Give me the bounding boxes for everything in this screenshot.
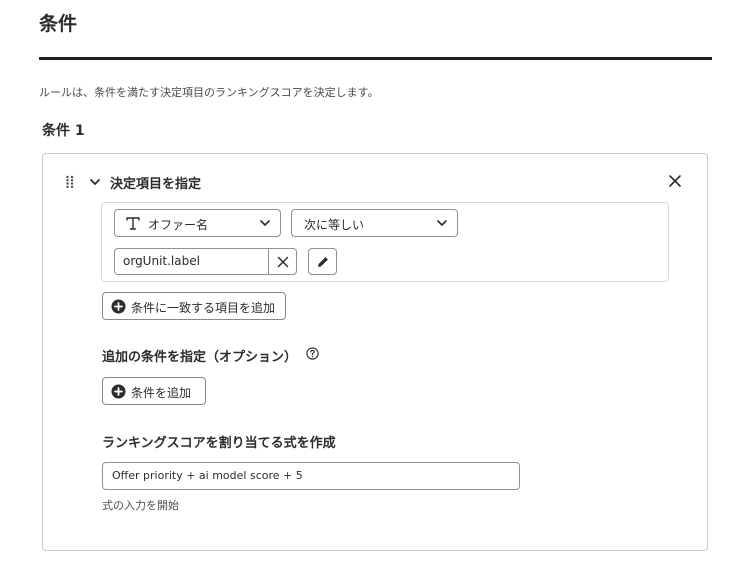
add-matching-item-button[interactable]: 条件に一致する項目を追加 xyxy=(102,292,286,320)
operator-select-value: 次に等しい xyxy=(304,218,365,232)
page-description: ルールは、条件を満たす決定項目のランキングスコアを決定します。 xyxy=(39,86,379,99)
add-matching-item-label: 条件に一致する項目を追加 xyxy=(131,301,276,315)
optional-conditions-title: 追加の条件を指定（オプション） xyxy=(102,350,298,365)
page-title: 条件 xyxy=(39,13,78,35)
chevron-down-icon xyxy=(260,220,270,226)
add-condition-button[interactable]: 条件を追加 xyxy=(102,377,206,405)
chevron-down-icon xyxy=(437,220,447,226)
clear-value-button[interactable] xyxy=(268,248,297,275)
formula-hint: 式の入力を開始 xyxy=(102,499,179,512)
drag-handle-icon[interactable] xyxy=(65,175,75,189)
field-select[interactable]: オファー名 xyxy=(114,209,281,237)
title-divider xyxy=(39,57,712,60)
ranking-formula-title: ランキングスコアを割り当てる式を作成 xyxy=(102,436,336,451)
card-title: 決定項目を指定 xyxy=(110,177,202,192)
field-select-value: オファー名 xyxy=(148,218,209,232)
pencil-icon xyxy=(318,257,328,267)
plus-circle-icon xyxy=(111,299,126,314)
info-icon[interactable] xyxy=(306,347,319,360)
value-input[interactable]: orgUnit.label xyxy=(114,248,269,275)
formula-input[interactable]: Offer priority + ai model score + 5 xyxy=(102,462,520,490)
plus-circle-icon xyxy=(111,384,126,399)
add-condition-label: 条件を追加 xyxy=(131,386,192,400)
condition-label: 条件 1 xyxy=(42,123,85,139)
text-type-icon xyxy=(126,217,140,230)
operator-select[interactable]: 次に等しい xyxy=(291,209,458,237)
close-icon[interactable] xyxy=(668,174,682,188)
edit-button[interactable] xyxy=(308,248,337,275)
chevron-down-icon[interactable] xyxy=(88,175,102,189)
close-icon xyxy=(277,256,289,268)
